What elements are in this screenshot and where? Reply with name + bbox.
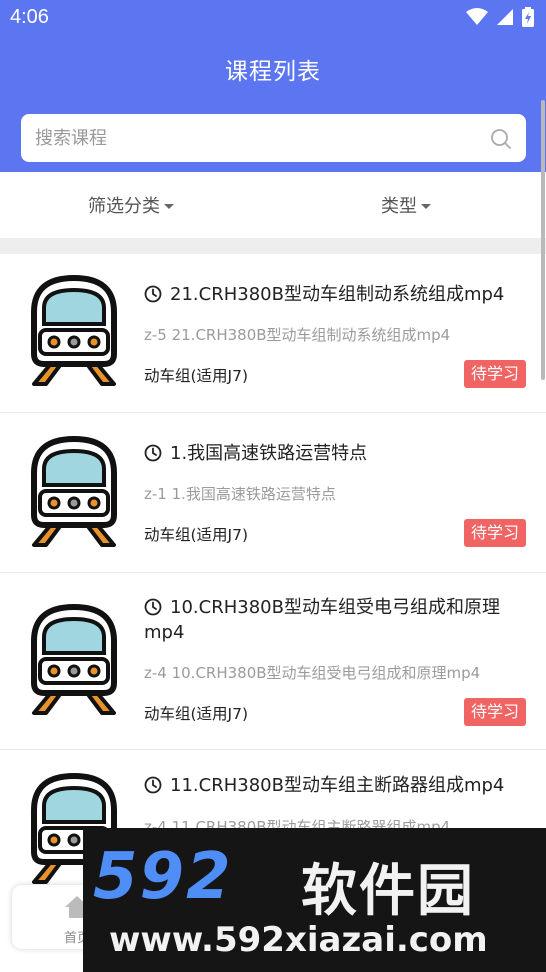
course-title: 10.CRH380B型动车组受电弓组成和原理mp4: [144, 595, 529, 645]
train-thumbnail-icon: [31, 603, 117, 715]
status-badge: 待学习: [464, 698, 526, 726]
course-title-text: 1.我国高速铁路运营特点: [170, 443, 368, 464]
search-box: [21, 114, 526, 162]
course-title: 1.我国高速铁路运营特点: [144, 441, 529, 466]
signal-icon: [497, 9, 513, 25]
course-subtitle: z-5 21.CRH380B型动车组制动系统组成mp4: [144, 326, 451, 344]
course-item[interactable]: 10.CRH380B型动车组受电弓组成和原理mp4 z-4 10.CRH380B…: [0, 573, 546, 750]
course-item[interactable]: 1.我国高速铁路运营特点 z-1 1.我国高速铁路运营特点 动车组(适用J7) …: [0, 413, 546, 573]
course-subtitle: z-4 10.CRH380B型动车组受电弓组成和原理mp4: [144, 664, 481, 682]
category-filter-dropdown[interactable]: 筛选分类: [88, 192, 174, 218]
course-title-text: 10.CRH380B型动车组受电弓组成和原理mp4: [144, 597, 500, 643]
status-badge: 待学习: [464, 519, 526, 547]
battery-icon: [522, 7, 534, 27]
course-title-text: 11.CRH380B型动车组主断路器组成mp4: [170, 775, 505, 796]
course-category: 动车组(适用J7): [144, 705, 249, 723]
clock-icon: [144, 444, 162, 462]
course-item[interactable]: 21.CRH380B型动车组制动系统组成mp4 z-5 21.CRH380B型动…: [0, 254, 546, 413]
header: 4:06 课程列表: [0, 0, 546, 172]
type-filter-dropdown[interactable]: 类型: [381, 192, 431, 218]
search-input[interactable]: [35, 114, 485, 162]
page-title: 课程列表: [225, 59, 321, 85]
status-badge: 待学习: [464, 360, 526, 388]
course-category: 动车组(适用J7): [144, 367, 249, 385]
section-divider: [0, 238, 546, 254]
search-icon[interactable]: [490, 128, 512, 150]
course-title: 21.CRH380B型动车组制动系统组成mp4: [144, 282, 529, 307]
scrollbar[interactable]: [541, 100, 545, 380]
watermark-url: www.592xiazai.com: [109, 920, 488, 960]
watermark-number: 592: [93, 840, 233, 914]
caret-down-icon: [164, 203, 174, 209]
clock-icon: [144, 598, 162, 616]
category-filter-label: 筛选分类: [88, 196, 160, 217]
course-subtitle: z-1 1.我国高速铁路运营特点: [144, 485, 336, 503]
clock-icon: [144, 285, 162, 303]
status-time: 4:06: [10, 6, 49, 28]
course-title: 11.CRH380B型动车组主断路器组成mp4: [144, 773, 529, 798]
caret-down-icon: [421, 203, 431, 209]
train-thumbnail-icon: [31, 274, 117, 386]
course-title-text: 21.CRH380B型动车组制动系统组成mp4: [170, 284, 505, 305]
train-thumbnail-icon: [31, 435, 117, 547]
wifi-icon: [466, 8, 488, 25]
status-bar: 4:06: [0, 0, 546, 38]
filter-bar: 筛选分类 类型: [0, 172, 546, 238]
status-icons: [466, 7, 534, 27]
clock-icon: [144, 776, 162, 794]
course-category: 动车组(适用J7): [144, 526, 249, 544]
app-screen: 4:06 课程列表 筛选分类 类型: [0, 0, 546, 972]
type-filter-label: 类型: [381, 196, 417, 217]
watermark-banner: 592 软件园 www.592xiazai.com: [83, 828, 546, 972]
watermark-brand: 软件园: [301, 859, 475, 924]
